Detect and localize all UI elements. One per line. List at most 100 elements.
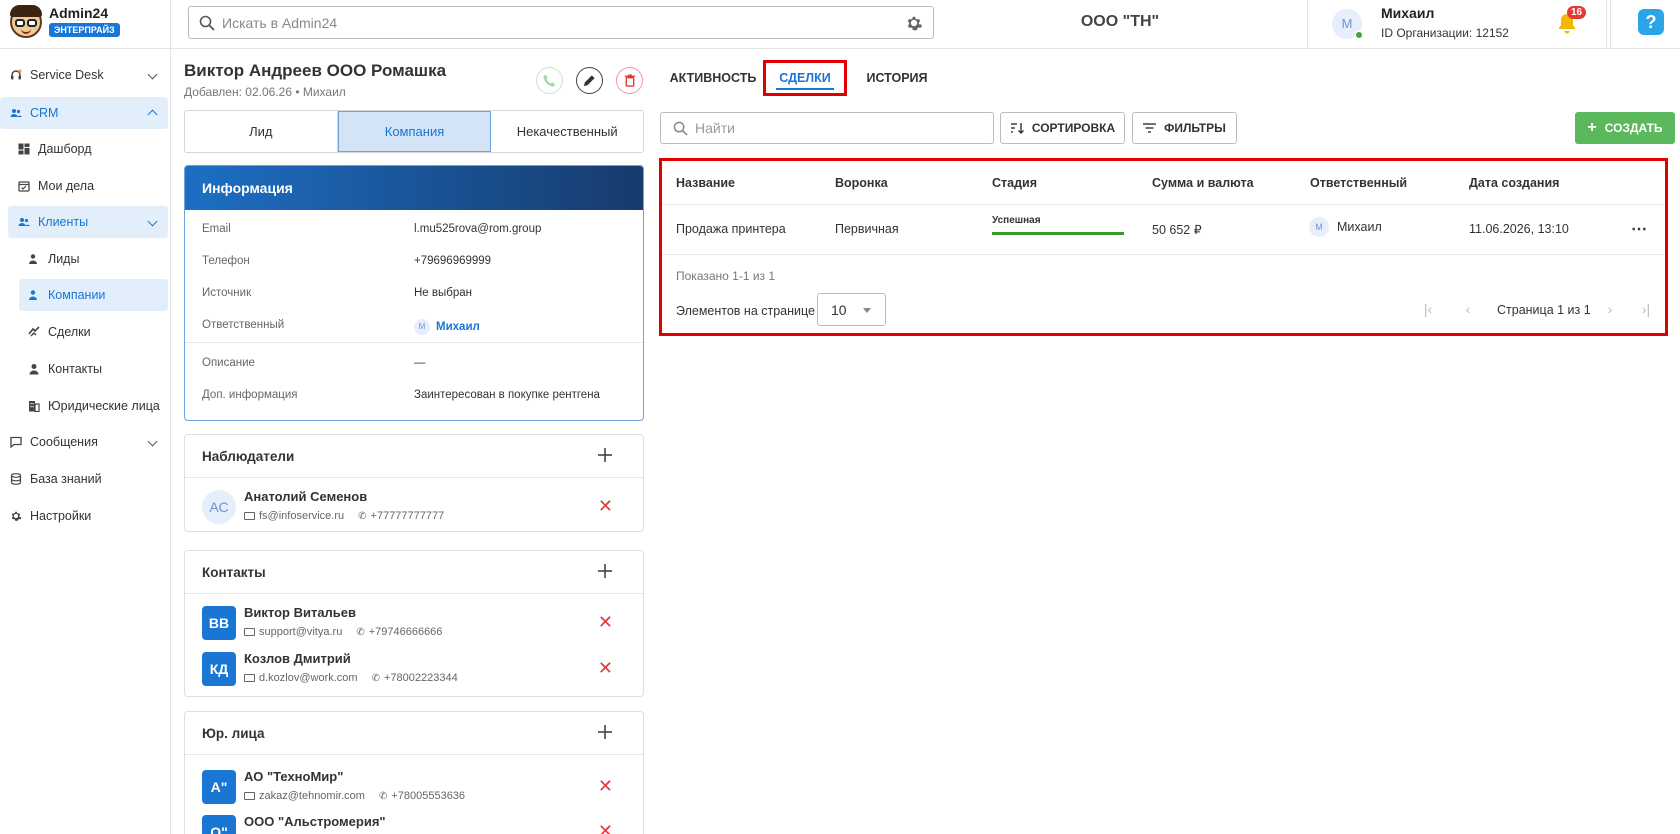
legal-phone: +78005553636 xyxy=(391,790,466,802)
column-header-funnel[interactable]: Воронка xyxy=(835,176,888,190)
type-tab-lead[interactable]: Лид xyxy=(185,111,338,152)
sidebar-item-service-desk[interactable]: Service Desk xyxy=(0,59,168,91)
edit-button[interactable] xyxy=(576,67,603,94)
legal-meta: zakaz@tehnomir.com ✆ +78005553636 xyxy=(244,790,465,802)
delete-button[interactable] xyxy=(616,67,643,94)
per-page-label: Элементов на странице xyxy=(676,304,815,318)
database-icon xyxy=(10,473,22,485)
observer-avatar: АС xyxy=(202,490,236,524)
remove-icon[interactable]: ✕ xyxy=(598,777,613,795)
contact-email: d.kozlov@work.com xyxy=(259,672,358,684)
search-icon xyxy=(673,121,688,136)
building-icon xyxy=(29,401,40,412)
remove-icon[interactable]: ✕ xyxy=(598,497,613,515)
global-search[interactable] xyxy=(188,6,934,39)
deal-created: 11.06.2026, 13:10 xyxy=(1469,222,1569,236)
plus-icon[interactable] xyxy=(597,447,613,463)
owner-avatar: М xyxy=(414,319,430,335)
remove-icon[interactable]: ✕ xyxy=(598,822,613,834)
sidebar-item-knowledge-base[interactable]: База знаний xyxy=(0,463,168,495)
sidebar-item-contacts[interactable]: Контакты xyxy=(0,353,168,385)
filter-label: ФИЛЬТРЫ xyxy=(1164,121,1226,135)
sidebar-item-messages[interactable]: Сообщения xyxy=(0,426,168,458)
legal-email: zakaz@tehnomir.com xyxy=(259,790,365,802)
sidebar-item-deals[interactable]: Сделки xyxy=(0,316,168,348)
app-name: Admin24 xyxy=(49,5,109,21)
sidebar-item-leads[interactable]: Лиды xyxy=(0,243,168,275)
headset-icon xyxy=(11,69,22,80)
users-icon xyxy=(10,109,22,117)
info-label: Телефон xyxy=(202,255,250,267)
info-label: Email xyxy=(202,223,231,235)
sidebar-item-settings[interactable]: Настройки xyxy=(0,500,168,532)
sidebar-item-companies[interactable]: Компании xyxy=(19,279,168,311)
sidebar-item-label: Клиенты xyxy=(38,215,89,229)
deals-search[interactable] xyxy=(660,112,994,144)
sidebar-item-label: CRM xyxy=(30,106,59,120)
tab-activity[interactable]: АКТИВНОСТЬ xyxy=(660,60,766,96)
plus-icon[interactable] xyxy=(597,724,613,740)
prev-page-icon[interactable]: ‹ xyxy=(1460,301,1476,317)
table-row[interactable]: Продажа принтера Первичная Успешная 50 6… xyxy=(662,205,1665,255)
column-header-owner[interactable]: Ответственный xyxy=(1310,176,1407,190)
last-page-icon[interactable]: ›| xyxy=(1638,301,1654,317)
per-page-select[interactable]: 10 xyxy=(817,293,886,326)
info-label: Источник xyxy=(202,287,252,299)
legal-item[interactable]: О" ООО "Альстромерия" ✕ xyxy=(185,811,643,834)
user-org-id: ID Организации: 12152 xyxy=(1381,26,1509,40)
sidebar-item-clients[interactable]: Клиенты xyxy=(8,206,168,238)
info-value[interactable]: l.mu525rova@rom.group xyxy=(414,223,541,235)
legal-entities-card: Юр. лица А" АО "ТехноМир" zakaz@tehnomir… xyxy=(184,711,644,834)
plus-icon[interactable] xyxy=(597,563,613,579)
type-tab-unqualified[interactable]: Некачественный xyxy=(491,111,643,152)
contact-meta: support@vitya.ru ✆ +79746666666 xyxy=(244,626,442,638)
info-value[interactable]: +79696969999 xyxy=(414,255,491,267)
sort-button[interactable]: СОРТИРОВКА xyxy=(1000,112,1125,144)
sidebar-item-crm[interactable]: CRM xyxy=(0,97,168,129)
tab-history[interactable]: ИСТОРИЯ xyxy=(852,60,942,96)
organization-title[interactable]: ООО "ТН" xyxy=(1040,13,1200,31)
contact-name: Козлов Дмитрий xyxy=(244,651,351,666)
create-label: СОЗДАТЬ xyxy=(1604,121,1663,135)
tab-deals[interactable]: СДЕЛКИ xyxy=(763,60,847,96)
deal-stage: Успешная xyxy=(992,215,1041,226)
remove-icon[interactable]: ✕ xyxy=(598,613,613,631)
sidebar-item-legal-entities[interactable]: Юридические лица xyxy=(0,390,168,422)
remove-icon[interactable]: ✕ xyxy=(598,659,613,677)
deal-name[interactable]: Продажа принтера xyxy=(676,222,786,236)
call-button[interactable] xyxy=(536,67,563,94)
legal-item[interactable]: А" АО "ТехноМир" zakaz@tehnomir.com ✆ +780… xyxy=(185,766,643,810)
owner-link[interactable]: М Михаил xyxy=(414,319,480,335)
type-tab-company[interactable]: Компания xyxy=(337,111,492,152)
contact-item[interactable]: КД Козлов Дмитрий d.kozlov@work.com ✆ +780… xyxy=(185,648,643,692)
deals-search-input[interactable] xyxy=(695,113,985,143)
contacts-header: Контакты xyxy=(185,551,643,594)
sidebar-item-dashboard[interactable]: Дашборд xyxy=(0,133,168,165)
caret-down-icon xyxy=(863,308,871,313)
gear-icon[interactable] xyxy=(905,14,923,32)
help-icon[interactable]: ? xyxy=(1638,9,1664,35)
sidebar-item-label: Дашборд xyxy=(38,142,92,156)
chevron-down-icon xyxy=(147,436,158,447)
column-header-created[interactable]: Дата создания xyxy=(1469,176,1559,190)
divider xyxy=(185,342,643,343)
filter-button[interactable]: ФИЛЬТРЫ xyxy=(1132,112,1237,144)
sidebar-item-my-tasks[interactable]: Мои дела xyxy=(0,170,168,202)
more-options-icon[interactable]: ⋯ xyxy=(1631,219,1647,239)
sidebar-item-label: База знаний xyxy=(30,472,102,486)
info-row-owner: Ответственный М Михаил xyxy=(185,316,643,336)
first-page-icon[interactable]: |‹ xyxy=(1420,301,1436,317)
column-header-amount[interactable]: Сумма и валюта xyxy=(1152,176,1254,190)
observer-item[interactable]: АС Анатолий Семенов fs@infoservice.ru ✆ +7… xyxy=(185,486,643,530)
contact-email: support@vitya.ru xyxy=(259,626,343,638)
sort-label: СОРТИРОВКА xyxy=(1031,121,1116,135)
contact-item[interactable]: ВВ Виктор Витальев support@vitya.ru ✆ +797… xyxy=(185,602,643,646)
logo-area[interactable]: Admin24 ЭНТЕРПРАЙЗ xyxy=(0,0,171,49)
create-button[interactable]: + СОЗДАТЬ xyxy=(1575,112,1675,144)
global-search-input[interactable] xyxy=(222,7,882,38)
column-header-name[interactable]: Название xyxy=(676,176,735,190)
next-page-icon[interactable]: › xyxy=(1602,301,1618,317)
info-row-description: Описание — xyxy=(185,354,643,374)
column-header-stage[interactable]: Стадия xyxy=(992,176,1037,190)
user-name: Михаил xyxy=(1381,5,1435,21)
